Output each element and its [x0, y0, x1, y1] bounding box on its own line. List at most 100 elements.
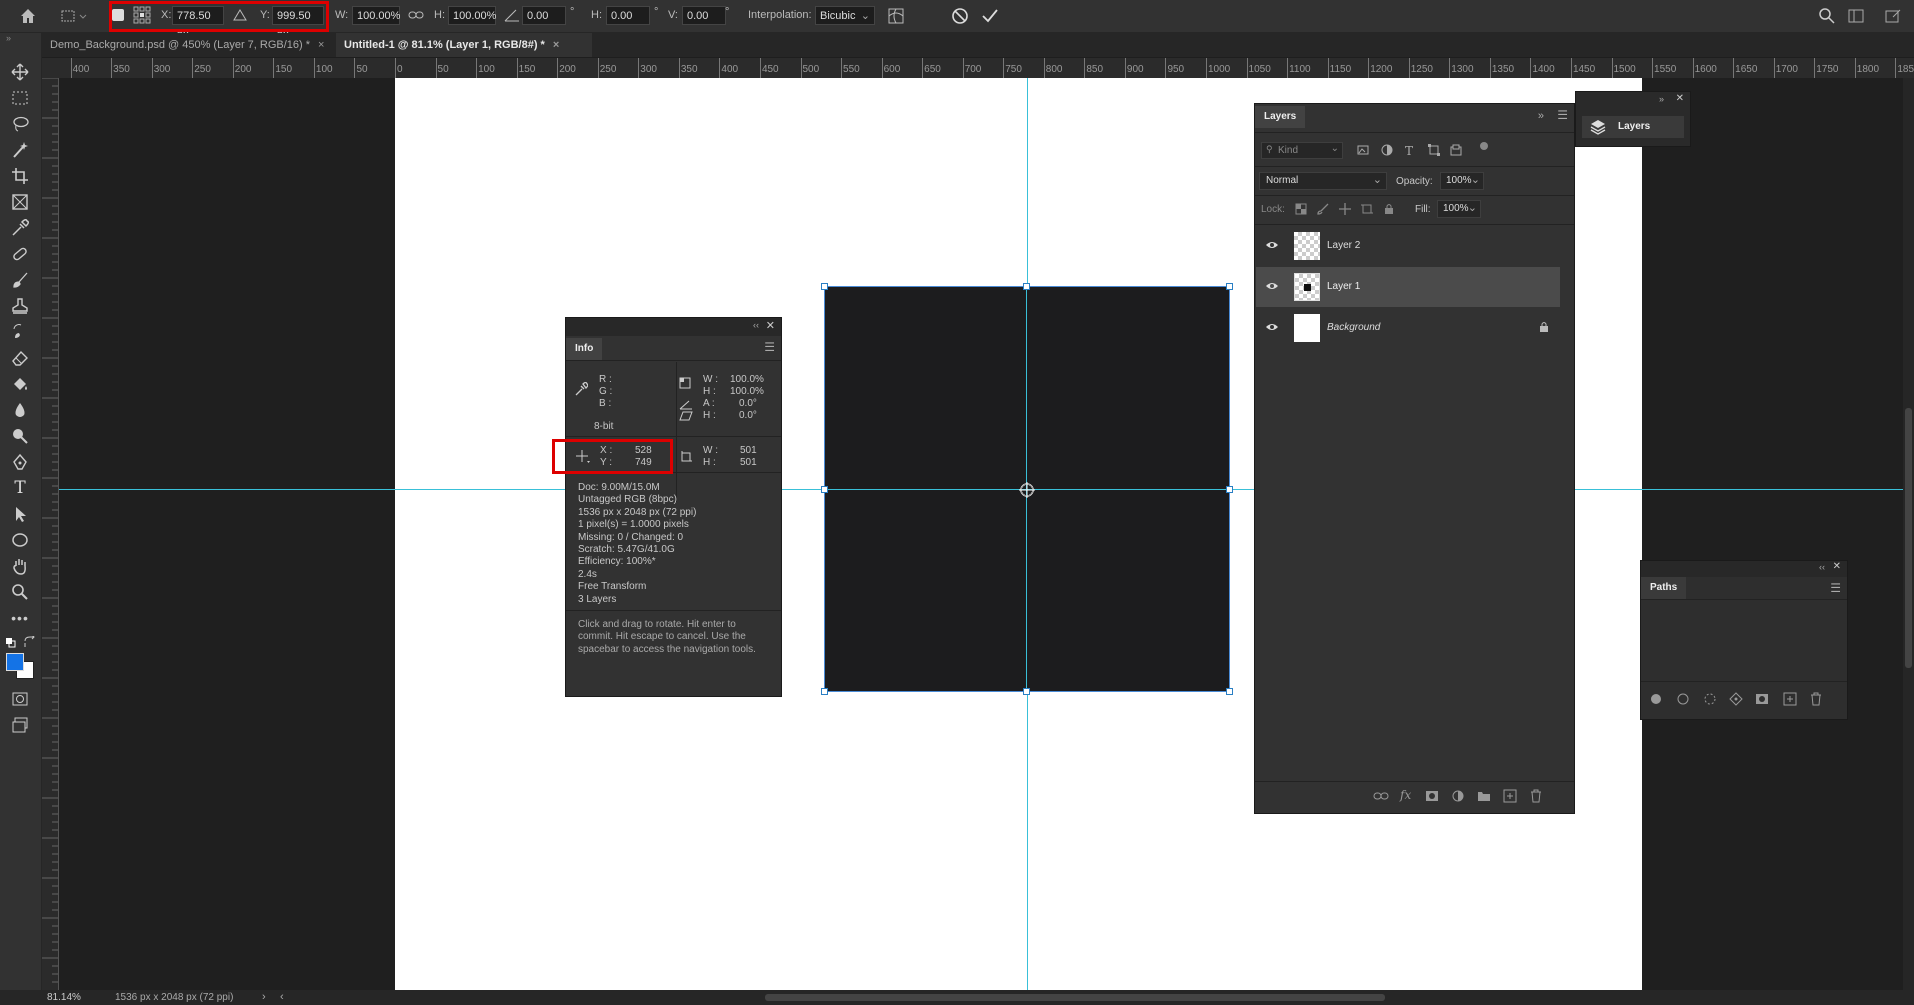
expand-icon[interactable]: »	[1538, 110, 1544, 122]
transform-handle-right[interactable]	[1226, 486, 1233, 493]
new-layer-icon[interactable]	[1503, 789, 1517, 806]
link-icon[interactable]	[408, 9, 424, 21]
opacity-field[interactable]: 100% ⌄	[1440, 172, 1484, 190]
pixel-filter-icon[interactable]	[1357, 144, 1369, 156]
make-work-path-icon[interactable]	[1729, 692, 1743, 709]
clone-stamp-tool-icon[interactable]	[8, 295, 32, 317]
horizontal-scrollbar-thumb[interactable]	[765, 994, 1385, 1001]
marquee-tool-icon[interactable]	[8, 87, 32, 109]
eraser-tool-icon[interactable]	[8, 347, 32, 369]
status-expand-icon[interactable]: ›	[262, 991, 266, 1003]
lock-transparent-pixels-icon[interactable]	[1295, 203, 1307, 215]
transform-handle-bottom-left[interactable]	[821, 688, 828, 695]
h-field[interactable]: 100.00%	[448, 6, 496, 25]
smart-object-filter-icon[interactable]	[1450, 144, 1462, 156]
share-icon[interactable]	[1884, 8, 1902, 24]
vertical-scrollbar[interactable]	[1903, 78, 1914, 990]
panel-menu-icon[interactable]: ☰	[764, 340, 775, 354]
cancel-transform-icon[interactable]	[950, 6, 970, 26]
close-icon[interactable]: ×	[553, 39, 559, 51]
screen-mode-icon[interactable]	[8, 714, 32, 736]
transform-tool-icon[interactable]	[60, 7, 87, 25]
zoom-field[interactable]: 81.14%	[0, 990, 90, 1005]
new-path-icon[interactable]	[1783, 692, 1797, 709]
scroll-left-icon[interactable]: ‹	[280, 991, 284, 1003]
history-brush-tool-icon[interactable]	[8, 321, 32, 343]
lock-all-icon[interactable]	[1383, 203, 1395, 215]
interpolation-select[interactable]: Bicubic ⌄	[815, 6, 875, 25]
new-group-icon[interactable]	[1477, 789, 1491, 806]
delete-layer-icon[interactable]	[1529, 789, 1543, 806]
swap-colors-icon[interactable]	[24, 634, 36, 648]
toolbar-collapse-icon[interactable]: »	[6, 33, 11, 43]
hand-tool-icon[interactable]	[8, 555, 32, 577]
healing-brush-tool-icon[interactable]	[8, 243, 32, 265]
transform-handle-top[interactable]	[1023, 283, 1030, 290]
type-filter-icon[interactable]: T	[1405, 144, 1417, 158]
layer-kind-filter[interactable]: ⚲ Kind ⌄	[1261, 142, 1343, 159]
transform-handle-top-left[interactable]	[821, 283, 828, 290]
eye-icon[interactable]	[1265, 320, 1279, 334]
dodge-tool-icon[interactable]	[8, 425, 32, 447]
stroke-path-icon[interactable]	[1676, 692, 1690, 709]
tab-layers[interactable]: Layers	[1255, 106, 1306, 128]
magic-wand-tool-icon[interactable]	[8, 139, 32, 161]
panel-menu-icon[interactable]: ☰	[1557, 108, 1568, 122]
lock-image-pixels-icon[interactable]	[1317, 203, 1329, 215]
expand-icon[interactable]: »	[1659, 94, 1664, 104]
crop-tool-icon[interactable]	[8, 165, 32, 187]
collapse-icon[interactable]: ‹‹	[1819, 562, 1825, 572]
eyedropper-tool-icon[interactable]	[8, 217, 32, 239]
eye-icon[interactable]	[1265, 238, 1279, 252]
reference-point-icon[interactable]	[1019, 482, 1035, 498]
tab-untitled-1[interactable]: Untitled-1 @ 81.1% (Layer 1, RGB/8#) * ×	[336, 33, 592, 57]
vskew-field[interactable]: 0.00	[682, 6, 726, 25]
angle-field[interactable]: 0.00	[522, 6, 566, 25]
close-icon[interactable]: ✕	[1833, 561, 1841, 572]
type-tool-icon[interactable]: T	[8, 477, 32, 499]
layer-row-layer-1[interactable]: Layer 1	[1256, 267, 1560, 307]
pen-tool-icon[interactable]	[8, 451, 32, 473]
tab-info[interactable]: Info	[566, 338, 603, 360]
path-selection-tool-icon[interactable]	[8, 503, 32, 525]
layer-row-layer-2[interactable]: Layer 2	[1256, 226, 1560, 266]
close-icon[interactable]: ×	[318, 39, 324, 51]
panel-menu-icon[interactable]: ☰	[1830, 581, 1841, 595]
close-icon[interactable]: ✕	[766, 319, 775, 332]
load-selection-icon[interactable]	[1703, 692, 1717, 709]
link-layers-icon[interactable]	[1373, 789, 1389, 806]
search-icon[interactable]	[1818, 7, 1836, 25]
ellipse-tool-icon[interactable]	[8, 529, 32, 551]
home-icon[interactable]	[18, 6, 38, 26]
move-tool-icon[interactable]	[8, 61, 32, 83]
adjustment-layer-icon[interactable]	[1451, 789, 1465, 806]
add-mask-icon[interactable]	[1755, 692, 1769, 709]
layer-style-icon[interactable]: fx	[1400, 788, 1411, 802]
warp-icon[interactable]	[886, 6, 906, 26]
delete-path-icon[interactable]	[1809, 692, 1823, 709]
tab-demo-background[interactable]: Demo_Background.psd @ 450% (Layer 7, RGB…	[42, 33, 338, 57]
frame-tool-icon[interactable]	[8, 191, 32, 213]
blend-mode-select[interactable]: Normal ⌄	[1259, 172, 1387, 190]
eye-icon[interactable]	[1265, 279, 1279, 293]
layers-panel-button[interactable]: Layers	[1582, 116, 1684, 138]
collapse-icon[interactable]: ‹‹	[753, 320, 759, 330]
commit-transform-icon[interactable]	[980, 6, 1000, 26]
layer-row-background[interactable]: Background	[1256, 308, 1560, 348]
default-colors-icon[interactable]	[6, 638, 16, 648]
transform-handle-bottom[interactable]	[1023, 688, 1030, 695]
shape-filter-icon[interactable]	[1428, 144, 1440, 156]
hskew-field[interactable]: 0.00	[606, 6, 650, 25]
w-field[interactable]: 100.00%	[352, 6, 400, 25]
fill-field[interactable]: 100% ⌄	[1437, 200, 1481, 218]
vertical-scrollbar-thumb[interactable]	[1905, 408, 1912, 668]
blur-tool-icon[interactable]	[8, 399, 32, 421]
lock-position-icon[interactable]	[1339, 203, 1351, 215]
filter-toggle[interactable]	[1480, 142, 1488, 150]
foreground-color-swatch[interactable]	[6, 653, 24, 671]
transform-handle-top-right[interactable]	[1226, 283, 1233, 290]
zoom-tool-icon[interactable]	[8, 581, 32, 603]
more-tools-icon[interactable]: •••	[8, 607, 32, 629]
brush-tool-icon[interactable]	[8, 269, 32, 291]
close-icon[interactable]: ✕	[1676, 93, 1684, 104]
